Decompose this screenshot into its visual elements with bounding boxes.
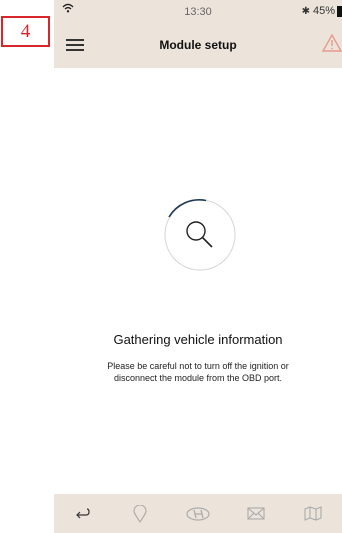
tab-return[interactable] <box>54 494 112 533</box>
mail-icon <box>247 507 265 520</box>
status-time: 13:30 <box>184 6 212 18</box>
location-pin-icon <box>133 504 147 523</box>
gathering-title: Gathering vehicle information <box>113 332 283 347</box>
tab-home[interactable] <box>169 494 227 533</box>
battery-icon <box>337 5 342 17</box>
step-number-label: 4 <box>1 16 50 47</box>
battery-percent: 45% <box>312 5 335 17</box>
return-arrow-icon <box>75 507 90 518</box>
tab-map[interactable] <box>284 494 342 533</box>
loading-spinner <box>164 199 236 271</box>
warning-icon[interactable] <box>322 34 342 52</box>
bottom-tab-bar <box>54 494 342 533</box>
page-title: Module setup <box>159 38 237 52</box>
message-line-2: disconnect the module from the OBD port. <box>113 373 283 383</box>
hyundai-logo-icon <box>186 506 210 521</box>
map-icon <box>304 506 322 521</box>
bluetooth-icon: ✱ <box>301 5 310 17</box>
search-icon <box>186 221 213 248</box>
tab-mail[interactable] <box>227 494 285 533</box>
status-bar: 13:30 ✱ 45% <box>54 0 342 24</box>
status-right: ✱ 45% <box>302 5 342 17</box>
message-line-1: Please be careful not to turn off the ig… <box>107 361 289 371</box>
phone-screen: 13:30 ✱ 45% Module setup Gathering vehic… <box>54 0 342 533</box>
tab-location[interactable] <box>112 494 170 533</box>
app-header: Module setup <box>54 24 342 68</box>
gathering-message: Please be careful not to turn off the ig… <box>78 360 318 384</box>
